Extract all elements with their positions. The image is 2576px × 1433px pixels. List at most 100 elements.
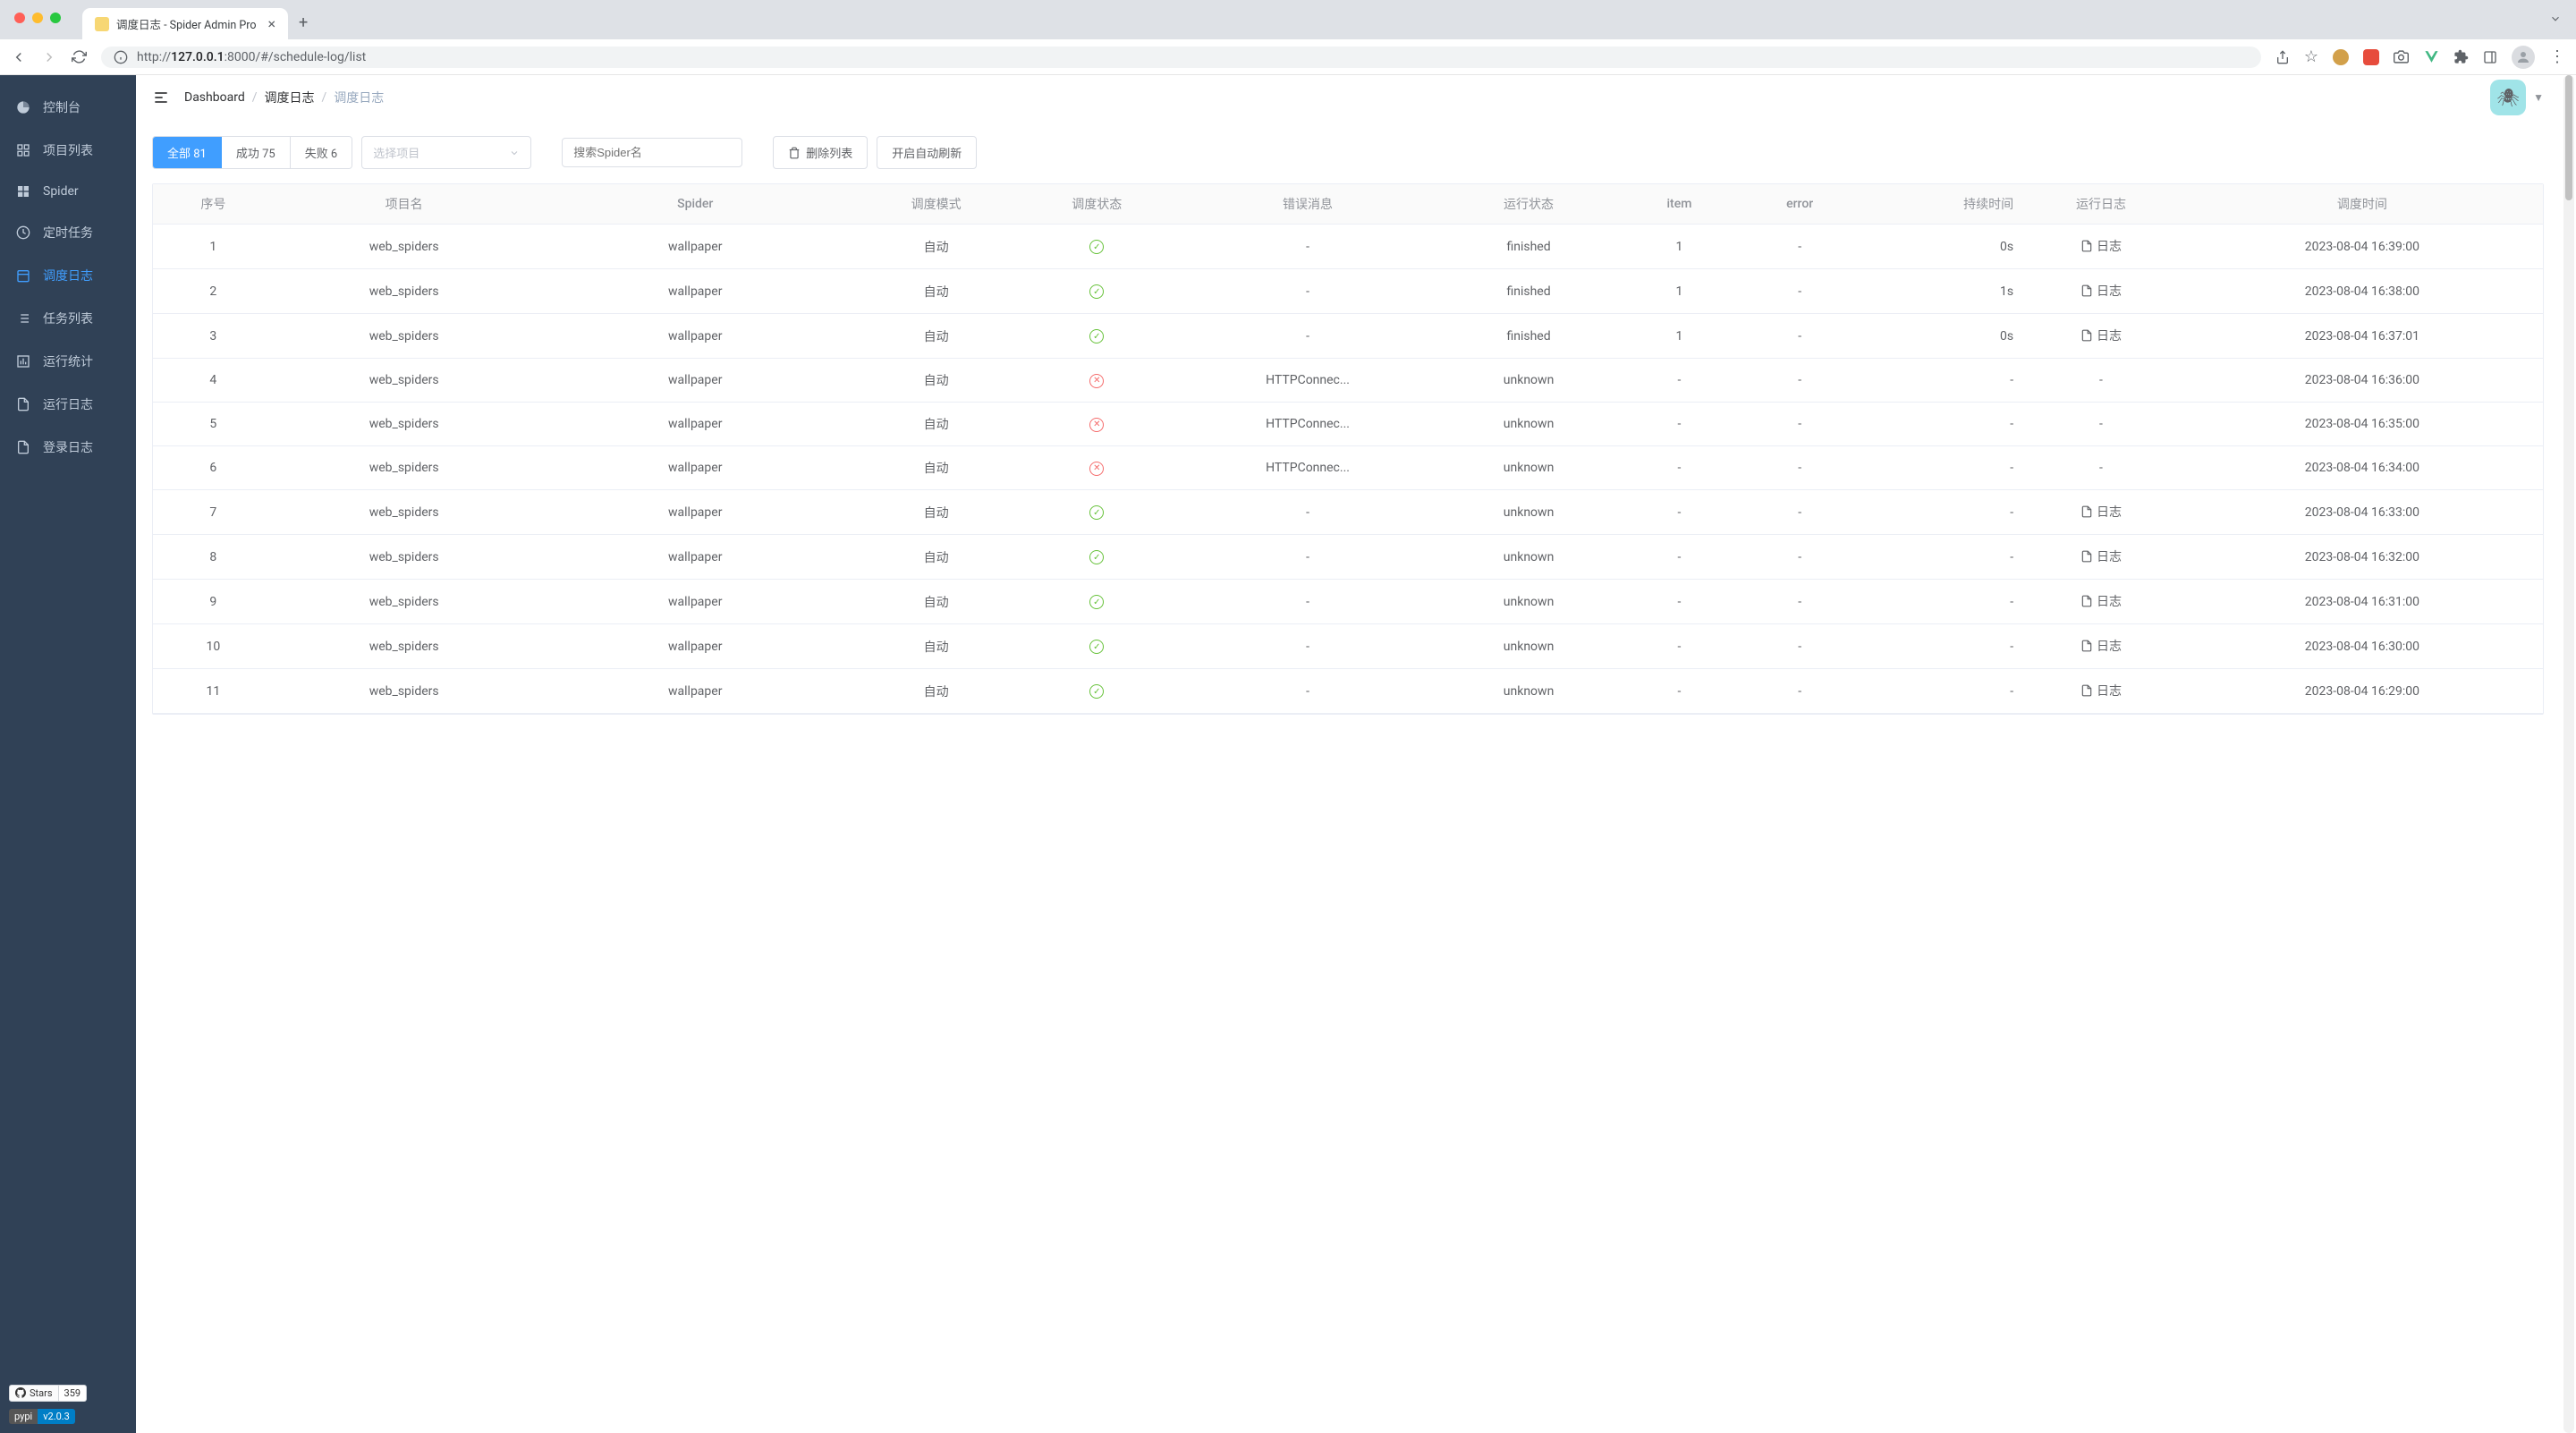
th-time: 调度时间 — [2182, 184, 2543, 225]
th-project: 项目名 — [274, 184, 535, 225]
table-row: 10web_spiderswallpaper自动✓-unknown---日志20… — [153, 624, 2543, 669]
th-seq: 序号 — [153, 184, 274, 225]
th-status: 调度状态 — [1016, 184, 1177, 225]
sidebar-item-3[interactable]: 定时任务 — [0, 211, 136, 254]
chart-icon — [16, 354, 32, 369]
table-row: 2web_spiderswallpaper自动✓-finished1-1s日志2… — [153, 269, 2543, 314]
table-row: 6web_spiderswallpaper自动✕HTTPConnec...unk… — [153, 446, 2543, 490]
th-run-log: 运行日志 — [2021, 184, 2182, 225]
scrollbar-thumb[interactable] — [2565, 75, 2572, 200]
table-row: 1web_spiderswallpaper自动✓-finished1-0s日志2… — [153, 225, 2543, 269]
sidebar-item-label: 运行统计 — [43, 352, 93, 370]
breadcrumb-item[interactable]: 调度日志 — [265, 89, 315, 106]
th-error-msg: 错误消息 — [1177, 184, 1438, 225]
browser-tab[interactable]: 调度日志 - Spider Admin Pro × — [82, 8, 288, 39]
window-close-icon[interactable] — [14, 13, 25, 23]
sidebar-item-1[interactable]: 项目列表 — [0, 129, 136, 172]
profile-avatar-icon[interactable] — [2512, 46, 2535, 69]
list-icon — [16, 311, 32, 326]
reload-button[interactable] — [72, 49, 87, 64]
table-row: 4web_spiderswallpaper自动✕HTTPConnec...unk… — [153, 359, 2543, 403]
tab-close-icon[interactable]: × — [267, 15, 275, 32]
sidebar-item-label: 调度日志 — [43, 267, 93, 284]
log-link[interactable]: 日志 — [2080, 282, 2122, 300]
url-bar[interactable]: http://127.0.0.1:8000/#/schedule-log/lis… — [101, 47, 2261, 68]
table-row: 9web_spiderswallpaper自动✓-unknown---日志202… — [153, 580, 2543, 624]
site-info-icon[interactable] — [114, 50, 128, 64]
sidebar-item-4[interactable]: 调度日志 — [0, 254, 136, 297]
log-link[interactable]: 日志 — [2080, 682, 2122, 700]
log-link[interactable]: 日志 — [2080, 592, 2122, 610]
schedule-log-table: 序号 项目名 Spider 调度模式 调度状态 错误消息 运行状态 item e… — [153, 184, 2543, 714]
user-dropdown-icon[interactable]: ▼ — [2533, 91, 2544, 104]
sidebar-item-5[interactable]: 任务列表 — [0, 297, 136, 340]
sidebar-item-0[interactable]: 控制台 — [0, 86, 136, 129]
table-row: 8web_spiderswallpaper自动✓-unknown---日志202… — [153, 535, 2543, 580]
sidepanel-icon[interactable] — [2483, 50, 2497, 64]
calendar-icon — [16, 268, 32, 283]
sidebar-item-8[interactable]: 登录日志 — [0, 426, 136, 469]
filter-fail-button[interactable]: 失败 6 — [291, 137, 352, 168]
favicon-icon — [95, 17, 109, 31]
extension-red-icon[interactable] — [2363, 49, 2379, 65]
log-link[interactable]: 日志 — [2080, 503, 2122, 521]
share-icon[interactable] — [2275, 50, 2290, 64]
sidebar-item-7[interactable]: 运行日志 — [0, 383, 136, 426]
menu-icon[interactable]: ⋮ — [2549, 47, 2565, 66]
dashboard-icon — [16, 100, 32, 114]
status-ok-icon: ✓ — [1089, 640, 1104, 654]
sidebar-item-label: 任务列表 — [43, 309, 93, 327]
th-duration: 持续时间 — [1860, 184, 2021, 225]
new-tab-button[interactable]: + — [299, 13, 308, 32]
filter-all-button[interactable]: 全部 81 — [153, 137, 222, 168]
status-ok-icon: ✓ — [1089, 240, 1104, 254]
log-link[interactable]: 日志 — [2080, 547, 2122, 565]
pypi-version-badge[interactable]: pypi v2.0.3 — [9, 1409, 75, 1424]
doc-icon — [16, 397, 32, 411]
extension-camera-icon[interactable] — [2394, 49, 2409, 64]
github-stars-badge[interactable]: Stars 359 — [9, 1385, 127, 1402]
user-avatar-icon[interactable]: 🕷 — [2490, 80, 2526, 115]
hamburger-icon[interactable] — [152, 89, 170, 106]
breadcrumb-item[interactable]: Dashboard — [184, 90, 245, 105]
back-button[interactable] — [11, 49, 27, 65]
status-ok-icon: ✓ — [1089, 505, 1104, 520]
status-ok-icon: ✓ — [1089, 329, 1104, 343]
doc-icon — [16, 440, 32, 454]
sidebar-item-label: 运行日志 — [43, 395, 93, 413]
forward-button[interactable] — [41, 49, 57, 65]
log-link[interactable]: 日志 — [2080, 237, 2122, 255]
extension-cookie-icon[interactable] — [2333, 49, 2349, 65]
extensions-icon[interactable] — [2453, 49, 2469, 64]
status-ok-icon: ✓ — [1089, 595, 1104, 609]
grid-icon — [16, 143, 32, 157]
th-run-status: 运行状态 — [1438, 184, 1619, 225]
th-item: item — [1619, 184, 1740, 225]
window-maximize-icon[interactable] — [50, 13, 61, 23]
log-link[interactable]: 日志 — [2080, 637, 2122, 655]
delete-list-button[interactable]: 删除列表 — [773, 136, 868, 169]
chevron-down-icon — [509, 148, 520, 158]
auto-refresh-button[interactable]: 开启自动刷新 — [877, 136, 977, 169]
table-row: 7web_spiderswallpaper自动✓-unknown---日志202… — [153, 490, 2543, 535]
bookmark-icon[interactable]: ☆ — [2304, 47, 2318, 66]
status-filter-group: 全部 81 成功 75 失败 6 — [152, 136, 352, 169]
scrollbar[interactable] — [2563, 75, 2574, 1433]
browser-toolbar: http://127.0.0.1:8000/#/schedule-log/lis… — [0, 39, 2576, 75]
extension-vue-icon[interactable] — [2423, 49, 2439, 65]
sidebar-item-label: 登录日志 — [43, 438, 93, 456]
url-text: http://127.0.0.1:8000/#/schedule-log/lis… — [137, 50, 366, 64]
status-ok-icon: ✓ — [1089, 284, 1104, 299]
sidebar-item-6[interactable]: 运行统计 — [0, 340, 136, 383]
th-spider: Spider — [535, 184, 856, 225]
expand-tabs-icon[interactable] — [2549, 13, 2562, 25]
window-minimize-icon[interactable] — [32, 13, 43, 23]
status-ok-icon: ✓ — [1089, 684, 1104, 699]
project-select[interactable]: 选择项目 — [361, 136, 531, 169]
log-link[interactable]: 日志 — [2080, 326, 2122, 344]
filter-success-button[interactable]: 成功 75 — [222, 137, 291, 168]
spider-search-input[interactable] — [562, 138, 742, 167]
status-fail-icon: ✕ — [1089, 374, 1104, 388]
sidebar-item-2[interactable]: Spider — [0, 172, 136, 211]
sidebar-item-label: 定时任务 — [43, 224, 93, 242]
